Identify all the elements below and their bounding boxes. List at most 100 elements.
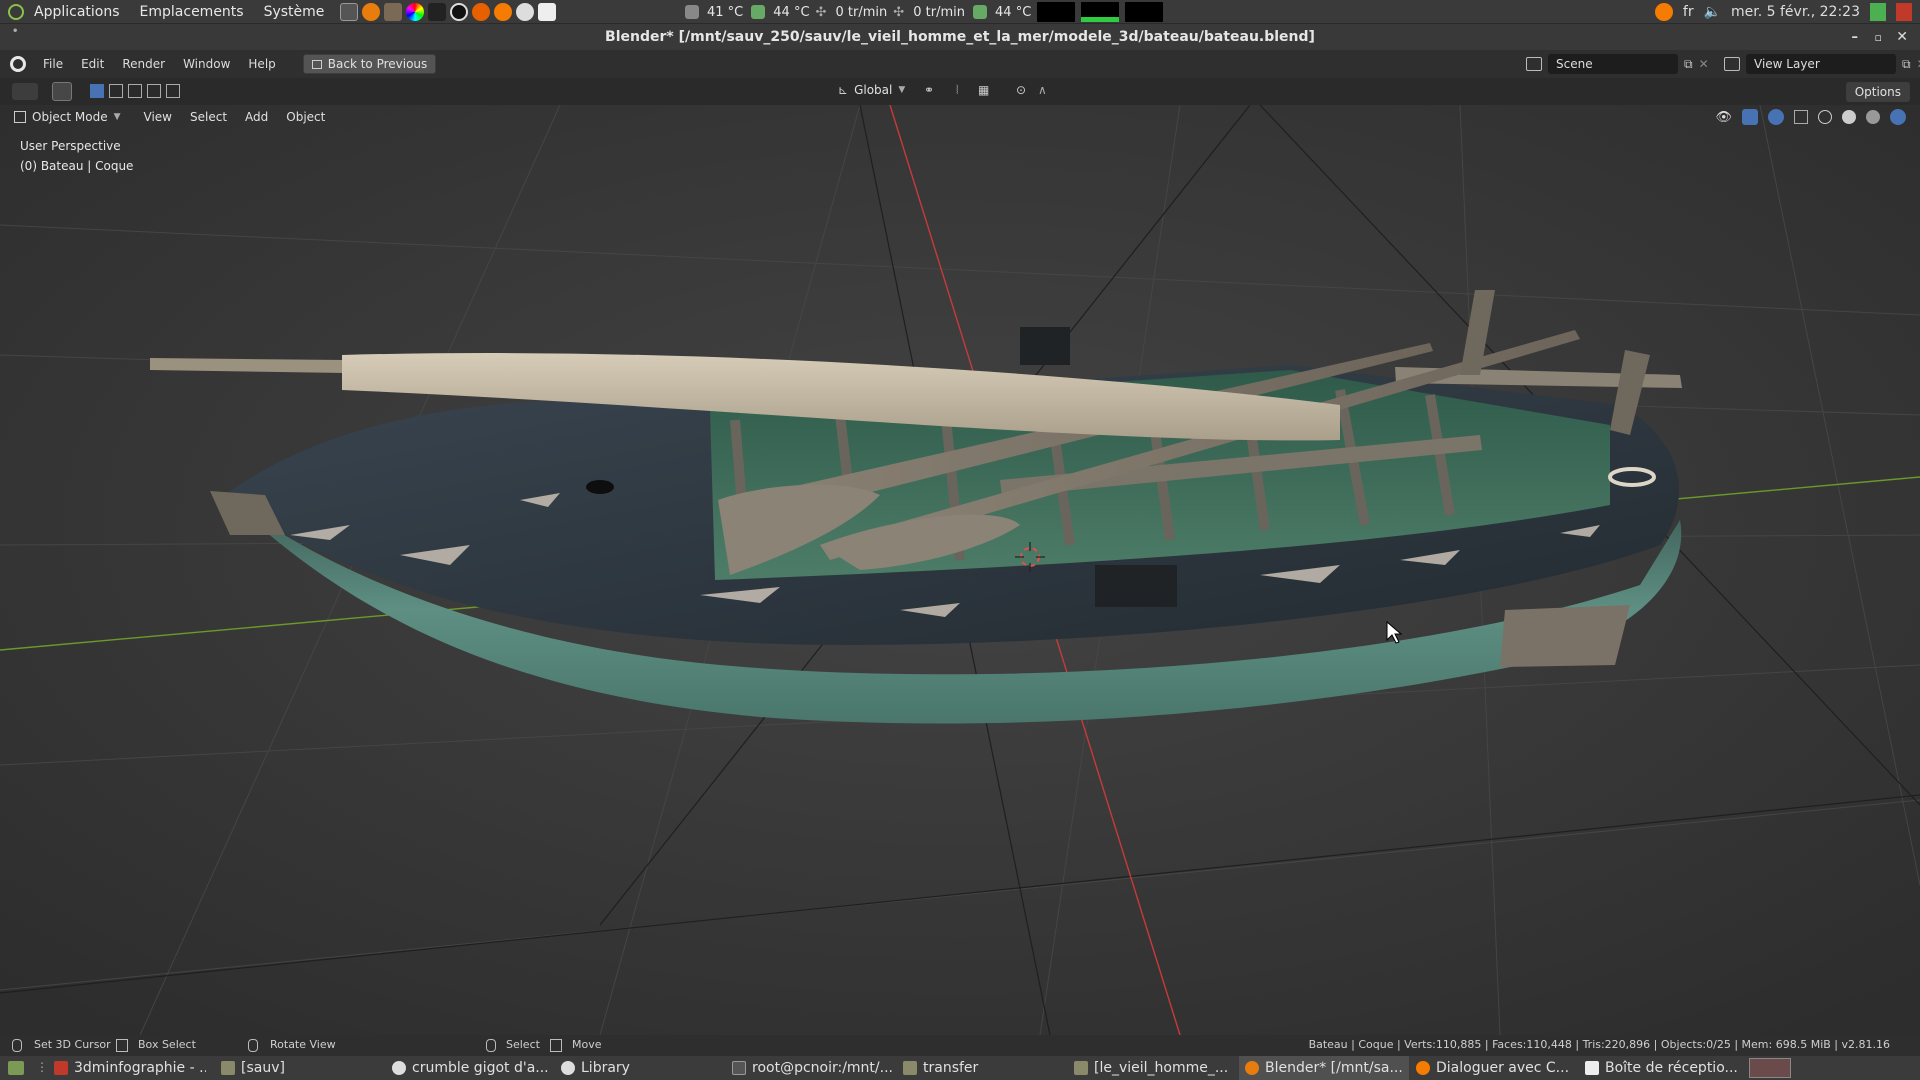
menu-help[interactable]: Help bbox=[239, 57, 284, 71]
browser-launcher-icon[interactable] bbox=[516, 2, 535, 21]
close-window-button[interactable]: ✕ bbox=[1896, 29, 1908, 45]
select-mode-invert-icon[interactable] bbox=[147, 84, 161, 98]
gimp-launcher-icon[interactable] bbox=[384, 2, 403, 21]
task-terminal[interactable]: root@pcnoir:/mnt/... bbox=[726, 1056, 896, 1080]
firefox-launcher-icon[interactable] bbox=[472, 2, 491, 21]
system-panel: Applications Emplacements Système 41 °C … bbox=[0, 0, 1920, 24]
menu-render[interactable]: Render bbox=[113, 57, 174, 71]
solid-shading-icon[interactable] bbox=[1842, 110, 1856, 124]
keyboard-layout[interactable]: fr bbox=[1683, 4, 1694, 20]
tool-select-icon[interactable] bbox=[52, 82, 72, 101]
logout-icon[interactable] bbox=[1896, 3, 1912, 21]
active-object-label: (0) Bateau | Coque bbox=[20, 159, 134, 173]
material-shading-icon[interactable] bbox=[1866, 110, 1880, 124]
maximize-button[interactable]: ▫ bbox=[1875, 31, 1882, 44]
3d-viewport[interactable]: Object Mode ▼ View Select Add Object 👁 U… bbox=[0, 105, 1920, 1035]
menu-edit[interactable]: Edit bbox=[72, 57, 113, 71]
overlays-toggle-icon[interactable] bbox=[1768, 109, 1784, 125]
scene-field[interactable]: Scene bbox=[1548, 54, 1678, 74]
view-layer-new-icon[interactable]: ⧉ bbox=[1902, 57, 1911, 72]
viewport-menu-view[interactable]: View bbox=[135, 110, 181, 124]
obs-launcher-icon[interactable] bbox=[450, 2, 469, 21]
gizmo-toggle-icon[interactable] bbox=[1742, 109, 1758, 125]
task-transfer[interactable]: transfer bbox=[897, 1056, 1067, 1080]
inkscape-launcher-icon[interactable] bbox=[428, 2, 447, 21]
task-le-vieil-homme[interactable]: [le_vieil_homme_... bbox=[1068, 1056, 1238, 1080]
task-blender[interactable]: Blender* [/mnt/sa... bbox=[1239, 1056, 1409, 1080]
proportional-edit-icon[interactable]: ⊙ bbox=[1016, 83, 1026, 97]
menu-file[interactable]: File bbox=[34, 57, 72, 71]
task-crumble[interactable]: crumble gigot d'a... bbox=[386, 1056, 554, 1080]
task-sauv[interactable]: [sauv] bbox=[215, 1056, 385, 1080]
rendered-shading-icon[interactable] bbox=[1890, 109, 1906, 125]
options-button[interactable]: Options bbox=[1845, 82, 1910, 102]
mail-icon bbox=[1585, 1061, 1599, 1075]
blender-launcher-icon[interactable] bbox=[362, 2, 381, 21]
task-label: crumble gigot d'a... bbox=[412, 1060, 549, 1076]
terminal-launcher-icon[interactable] bbox=[340, 2, 359, 21]
task-label: 3dminfographie - ... bbox=[74, 1060, 206, 1076]
window-titlebar: Blender* [/mnt/sauv_250/sauv/le_vieil_ho… bbox=[0, 24, 1920, 50]
falloff-icon[interactable]: ∧ bbox=[1038, 83, 1047, 97]
task-dialoguer[interactable]: Dialoguer avec C... bbox=[1410, 1056, 1578, 1080]
mail-launcher-icon[interactable] bbox=[538, 2, 557, 21]
view-layer-delete-icon[interactable]: ✕ bbox=[1917, 57, 1920, 71]
task-mail[interactable]: Boîte de réceptio... bbox=[1579, 1056, 1749, 1080]
wireframe-shading-icon[interactable] bbox=[1818, 110, 1832, 124]
gpu-temp-icon bbox=[751, 5, 766, 19]
show-desktop-icon[interactable] bbox=[8, 1061, 24, 1075]
view-layer-selector[interactable]: View Layer ⧉ ✕ bbox=[1724, 54, 1920, 74]
object-mode-dropdown[interactable]: Object Mode ▼ bbox=[14, 110, 121, 124]
update-icon[interactable] bbox=[1654, 3, 1673, 21]
select-mode-extend-icon[interactable] bbox=[109, 84, 123, 98]
orientation-value: Global bbox=[854, 83, 893, 97]
window-menu-dot[interactable]: • bbox=[12, 26, 18, 37]
viewport-header: Object Mode ▼ View Select Add Object 👁 bbox=[0, 105, 1920, 129]
menu-systeme[interactable]: Système bbox=[254, 4, 335, 20]
viewport-menu-select[interactable]: Select bbox=[181, 110, 236, 124]
clock[interactable]: mer. 5 févr., 22:23 bbox=[1731, 4, 1860, 20]
menu-window[interactable]: Window bbox=[174, 57, 239, 71]
blender-logo-icon[interactable] bbox=[10, 56, 26, 72]
view-layer-field[interactable]: View Layer bbox=[1746, 54, 1896, 74]
task-label: [le_vieil_homme_... bbox=[1094, 1060, 1229, 1076]
cpu-temp-icon bbox=[685, 5, 699, 19]
apps-logo-icon[interactable] bbox=[8, 3, 24, 20]
xampp-launcher-icon[interactable] bbox=[494, 2, 513, 21]
xray-toggle-icon[interactable] bbox=[1794, 110, 1808, 124]
fan-icon: ✣ bbox=[815, 4, 827, 20]
snap-icon[interactable]: ⦚ bbox=[956, 83, 959, 98]
menu-applications[interactable]: Applications bbox=[24, 4, 130, 20]
select-mode-new-icon[interactable] bbox=[90, 84, 104, 98]
snap-target-icon[interactable]: ▦ bbox=[978, 83, 989, 97]
visibility-icon[interactable]: 👁 bbox=[1715, 110, 1732, 125]
back-to-previous-button[interactable]: Back to Previous bbox=[302, 54, 437, 74]
menu-emplacements[interactable]: Emplacements bbox=[130, 4, 254, 20]
select-mode-intersect-icon[interactable] bbox=[166, 84, 180, 98]
scene-selector[interactable]: Scene ⧉ ✕ bbox=[1526, 54, 1709, 74]
blender-topbar: File Edit Render Window Help Back to Pre… bbox=[0, 50, 1920, 78]
back-icon bbox=[311, 59, 322, 69]
color-wheel-launcher-icon[interactable] bbox=[406, 2, 425, 21]
taskbar-handle-icon[interactable]: ⋮ bbox=[36, 1060, 48, 1074]
cpu-graph bbox=[1037, 2, 1076, 22]
viewport-info: User Perspective (0) Bateau | Coque bbox=[20, 139, 133, 173]
blender-icon bbox=[1245, 1061, 1259, 1075]
user-switch-icon[interactable] bbox=[1870, 3, 1886, 21]
pivot-icon[interactable]: ⚭ bbox=[924, 83, 934, 97]
scene-new-icon[interactable]: ⧉ bbox=[1684, 57, 1693, 72]
viewport-menu-add[interactable]: Add bbox=[236, 110, 277, 124]
select-mode-subtract-icon[interactable] bbox=[128, 84, 142, 98]
scene-delete-icon[interactable]: ✕ bbox=[1699, 57, 1709, 71]
minimize-button[interactable]: – bbox=[1852, 30, 1859, 45]
hint-box-select: Box Select bbox=[138, 1038, 196, 1051]
workspace-switcher[interactable] bbox=[1749, 1058, 1791, 1078]
viewport-menu-object[interactable]: Object bbox=[277, 110, 334, 124]
volume-icon[interactable]: 🔈 bbox=[1704, 4, 1721, 20]
task-library[interactable]: Library bbox=[555, 1056, 725, 1080]
task-3dminfographie[interactable]: 3dminfographie - ... bbox=[48, 1056, 206, 1080]
editor-type-icon[interactable] bbox=[12, 83, 38, 100]
transform-orientation-dropdown[interactable]: ⊾ Global ▼ bbox=[838, 83, 905, 97]
tool-header: ⊾ Global ▼ ⚭ ⦚ ▦ ⊙ ∧ Options bbox=[0, 78, 1920, 105]
browser-icon bbox=[561, 1061, 575, 1075]
